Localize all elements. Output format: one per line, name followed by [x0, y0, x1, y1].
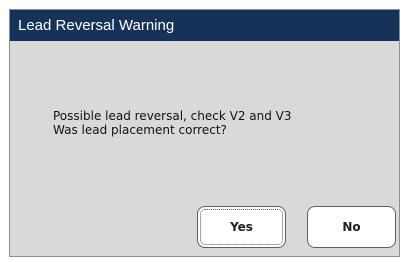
dialog-message: Possible lead reversal, check V2 and V3 …	[53, 109, 292, 137]
yes-button[interactable]: Yes	[197, 206, 286, 248]
dialog-titlebar: Lead Reversal Warning	[10, 10, 399, 41]
message-line-1: Possible lead reversal, check V2 and V3	[53, 109, 292, 123]
no-button-label: No	[342, 220, 361, 234]
dialog-title: Lead Reversal Warning	[18, 17, 175, 34]
yes-button-label: Yes	[230, 220, 253, 234]
no-button[interactable]: No	[307, 206, 396, 248]
lead-reversal-dialog: Lead Reversal Warning Possible lead reve…	[9, 9, 400, 257]
message-line-2: Was lead placement correct?	[53, 123, 227, 137]
